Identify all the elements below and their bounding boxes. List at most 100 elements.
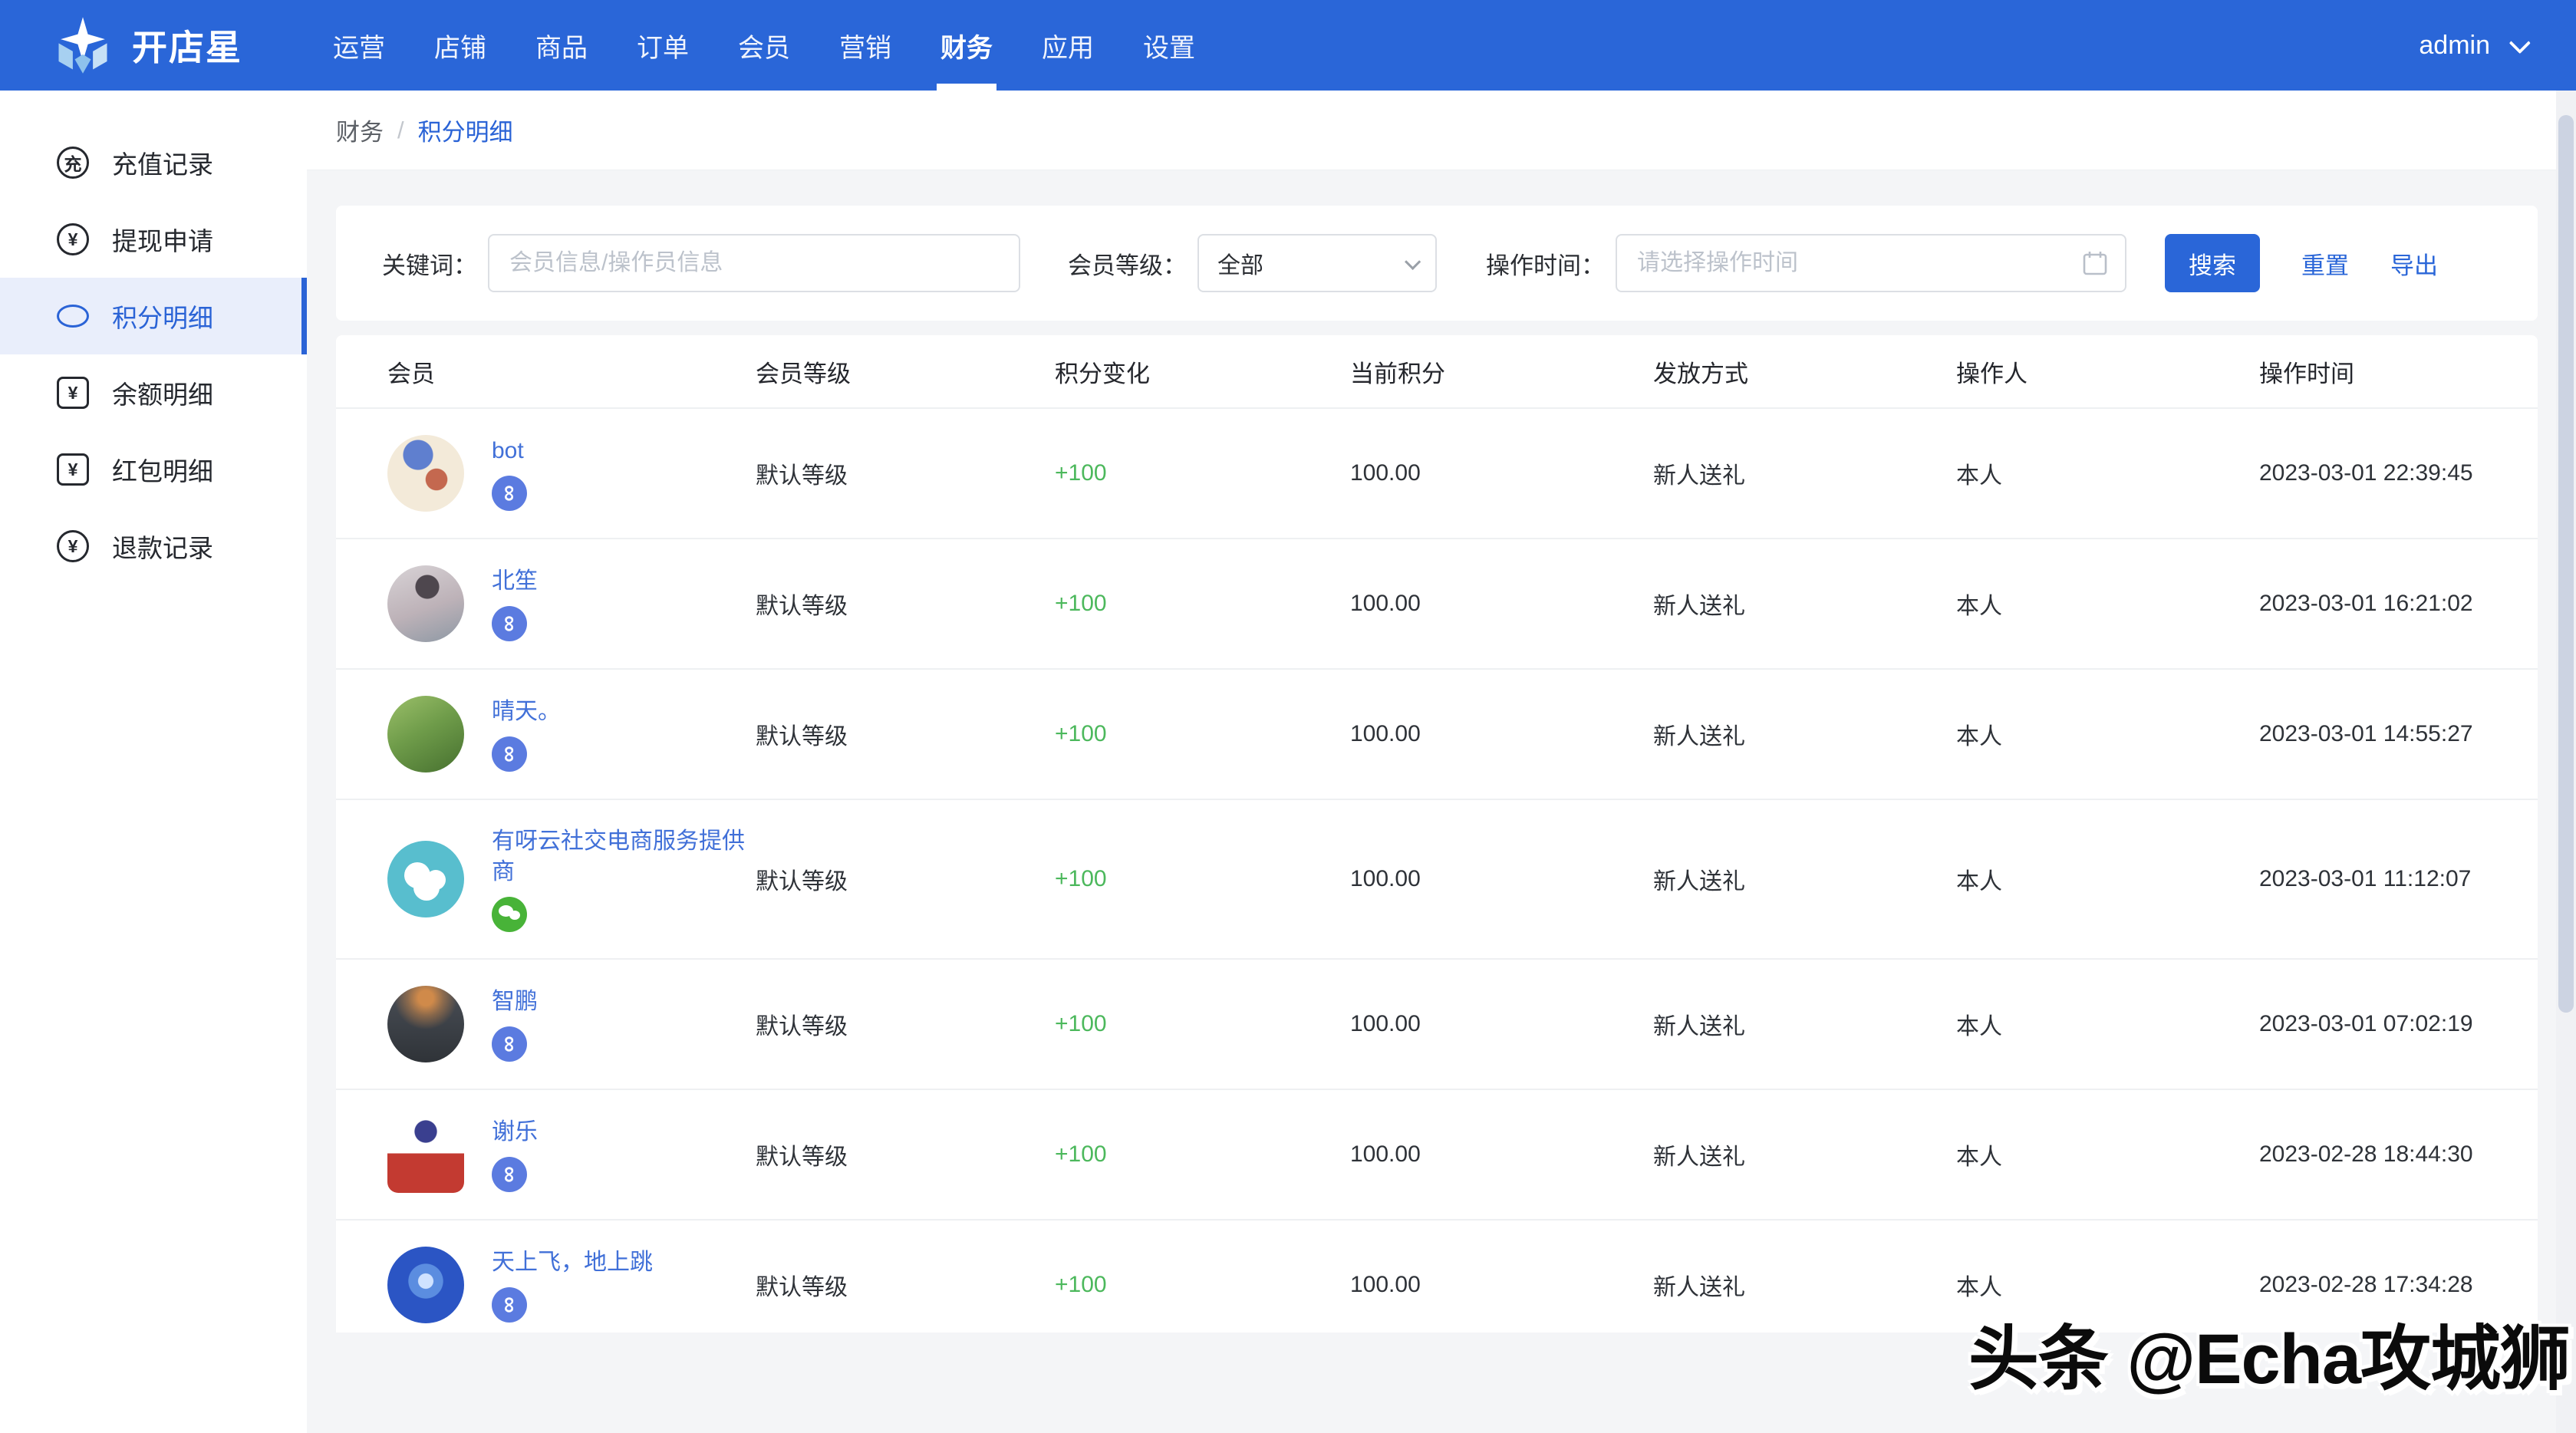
- user-menu[interactable]: admin: [2419, 31, 2525, 61]
- nav-item-label: 营销: [839, 27, 891, 64]
- operate-time-cell: 2023-03-01 07:02:19: [2259, 1011, 2486, 1037]
- points-change-cell: +100: [1055, 591, 1350, 617]
- member-cell: 有呀云社交电商服务提供商: [387, 826, 756, 932]
- watermark-text: 头条 @Echa攻城狮: [1968, 1302, 2570, 1404]
- member-avatar: [387, 1116, 464, 1193]
- keyword-input[interactable]: [488, 234, 1020, 292]
- scrollbar-track[interactable]: [2556, 91, 2576, 1433]
- table-header-cell: 会员等级: [756, 354, 1055, 389]
- current-points-cell: 100.00: [1350, 1011, 1653, 1037]
- calendar-icon[interactable]: [2082, 250, 2108, 276]
- member-level-cell: 默认等级: [756, 862, 1055, 896]
- points-change-cell: +100: [1055, 1272, 1350, 1298]
- table-header-cell: 当前积分: [1350, 354, 1653, 389]
- member-level-select[interactable]: 全部: [1197, 234, 1437, 292]
- member-level-cell: 默认等级: [756, 1138, 1055, 1171]
- operate-time-cell: 2023-02-28 18:44:30: [2259, 1141, 2486, 1168]
- points-coin-icon: [57, 300, 89, 332]
- points-change-cell: +100: [1055, 866, 1350, 892]
- operate-time-cell: 2023-03-01 14:55:27: [2259, 721, 2486, 747]
- channel-badge-icon: [492, 1157, 527, 1192]
- points-change-cell: +100: [1055, 721, 1350, 747]
- member-name-link[interactable]: 晴天。: [492, 697, 561, 727]
- sidebar-item[interactable]: 充值记录: [0, 124, 307, 201]
- member-cell: 晴天。: [387, 696, 756, 773]
- member-name-link[interactable]: 有呀云社交电商服务提供商: [492, 826, 745, 888]
- operate-time-cell: 2023-03-01 16:21:02: [2259, 591, 2486, 617]
- grant-method-cell: 新人送礼: [1653, 862, 1956, 896]
- table-header-cell: 发放方式: [1653, 354, 1956, 389]
- member-cell: 谢乐: [387, 1116, 756, 1193]
- table-row: 晴天。 默认等级 +100 100.00 新人送礼 本人 2023-03-01 …: [336, 668, 2538, 799]
- reset-button[interactable]: 重置: [2301, 246, 2349, 281]
- sidebar-item-label: 充值记录: [112, 144, 213, 181]
- operate-time-cell: 2023-03-01 11:12:07: [2259, 866, 2486, 892]
- member-cell: 智鹏: [387, 986, 756, 1062]
- export-button[interactable]: 导出: [2390, 246, 2438, 281]
- nav-item[interactable]: 商品: [535, 0, 588, 91]
- member-name-link[interactable]: 智鹏: [492, 987, 538, 1017]
- member-name-link[interactable]: 北笙: [492, 566, 538, 597]
- operator-cell: 本人: [1956, 1138, 2259, 1171]
- nav-item[interactable]: 店铺: [434, 0, 486, 91]
- nav-item-label: 应用: [1042, 27, 1094, 64]
- operator-cell: 本人: [1956, 717, 2259, 751]
- sidebar: 充值记录 提现申请 积分明细 余额明细 红包明细 退款记录: [0, 91, 307, 1433]
- sidebar-item[interactable]: 积分明细: [0, 278, 307, 354]
- sidebar-item-label: 积分明细: [112, 298, 213, 334]
- nav-item[interactable]: 应用: [1042, 0, 1094, 91]
- nav-item-label: 财务: [940, 27, 993, 64]
- recharge-record-icon: [57, 147, 89, 179]
- main-area: 财务 / 积分明细 关键词： 会员等级： 全部 操作时间：: [307, 91, 2576, 1433]
- member-avatar: [387, 841, 464, 917]
- sidebar-item[interactable]: 红包明细: [0, 431, 307, 508]
- table-row: 智鹏 默认等级 +100 100.00 新人送礼 本人 2023-03-01 0…: [336, 958, 2538, 1089]
- kaidianxing-logo-icon: [51, 13, 115, 77]
- member-level-cell: 默认等级: [756, 1007, 1055, 1041]
- sidebar-item-label: 退款记录: [112, 528, 213, 565]
- member-level-cell: 默认等级: [756, 456, 1055, 490]
- member-name-link[interactable]: 天上飞，地上跳: [492, 1247, 653, 1278]
- scrollbar-thumb[interactable]: [2558, 115, 2574, 1013]
- nav-item[interactable]: 运营: [333, 0, 385, 91]
- member-avatar: [387, 1247, 464, 1323]
- breadcrumb: 财务 / 积分明细: [307, 91, 2576, 170]
- current-points-cell: 100.00: [1350, 721, 1653, 747]
- operate-time-input[interactable]: [1616, 234, 2126, 292]
- points-detail-table: 会员会员等级积分变化当前积分发放方式操作人操作时间 bot 默认等级 +100 …: [336, 335, 2538, 1333]
- sidebar-item[interactable]: 余额明细: [0, 354, 307, 431]
- member-name-link[interactable]: 谢乐: [492, 1117, 538, 1148]
- member-avatar: [387, 435, 464, 512]
- nav-item[interactable]: 财务: [940, 0, 993, 91]
- nav-item[interactable]: 营销: [839, 0, 891, 91]
- primary-nav: 运营 店铺 商品 订单 会员 营销 财务 应用 设置: [333, 0, 1195, 91]
- balance-detail-icon: [57, 377, 89, 409]
- breadcrumb-section[interactable]: 财务: [336, 113, 384, 147]
- nav-item[interactable]: 会员: [738, 0, 790, 91]
- current-points-cell: 100.00: [1350, 1272, 1653, 1298]
- sidebar-item[interactable]: 提现申请: [0, 201, 307, 278]
- channel-badge-icon: [492, 1287, 527, 1323]
- current-points-cell: 100.00: [1350, 1141, 1653, 1168]
- username: admin: [2419, 31, 2490, 61]
- member-level-cell: 默认等级: [756, 717, 1055, 751]
- member-level-cell: 默认等级: [756, 1268, 1055, 1302]
- member-level-value: 全部: [1217, 246, 1263, 280]
- search-button[interactable]: 搜索: [2165, 234, 2260, 292]
- current-points-cell: 100.00: [1350, 591, 1653, 617]
- sidebar-item[interactable]: 退款记录: [0, 508, 307, 585]
- member-name-link[interactable]: bot: [492, 436, 524, 466]
- grant-method-cell: 新人送礼: [1653, 717, 1956, 751]
- chevron-down-icon: [2509, 32, 2531, 54]
- operator-cell: 本人: [1956, 1268, 2259, 1302]
- select-chevron-down-icon: [1405, 253, 1421, 269]
- table-header-row: 会员会员等级积分变化当前积分发放方式操作人操作时间: [336, 335, 2538, 407]
- nav-item-label: 订单: [637, 27, 689, 64]
- points-change-cell: +100: [1055, 460, 1350, 486]
- table-header-cell: 操作人: [1956, 354, 2259, 389]
- operator-cell: 本人: [1956, 1007, 2259, 1041]
- nav-item[interactable]: 订单: [637, 0, 689, 91]
- nav-item[interactable]: 设置: [1143, 0, 1195, 91]
- channel-badge-icon: [492, 1026, 527, 1062]
- keyword-label: 关键词：: [382, 246, 477, 281]
